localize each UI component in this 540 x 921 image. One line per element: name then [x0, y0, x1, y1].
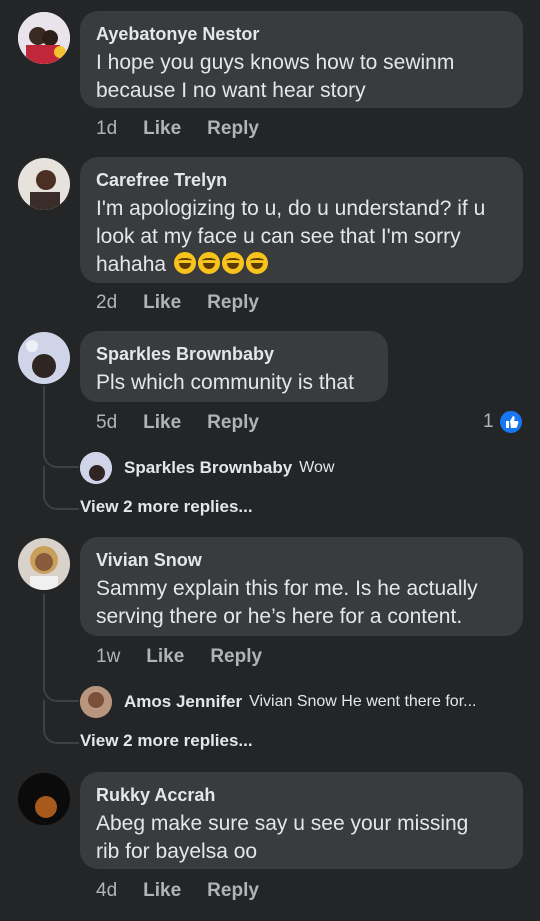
comment-bubble: Carefree Trelyn I'm apologizing to u, do…: [80, 157, 523, 283]
avatar[interactable]: [18, 773, 70, 825]
comment-bubble: Ayebatonye Nestor I hope you guys knows …: [80, 11, 523, 108]
reply-button[interactable]: Reply: [207, 880, 259, 901]
comment-author[interactable]: Carefree Trelyn: [96, 169, 507, 191]
comment-author[interactable]: Rukky Accrah: [96, 784, 507, 806]
thread-connector: [43, 448, 79, 468]
avatar[interactable]: [18, 332, 70, 384]
comment-text-line: Abeg make sure say u see your missing: [96, 812, 469, 835]
like-button[interactable]: Like: [143, 118, 181, 139]
comment-author[interactable]: Ayebatonye Nestor: [96, 23, 507, 45]
reaction-summary[interactable]: 1: [483, 409, 524, 435]
comment-text-line: serving there or he’s here for a content…: [96, 605, 463, 628]
avatar[interactable]: [18, 158, 70, 210]
thread-connector: [43, 682, 79, 702]
thread-connector: [43, 722, 79, 744]
comment-text-line: rib for bayelsa oo: [96, 840, 258, 863]
comment-author[interactable]: Sparkles Brownbaby: [96, 343, 372, 365]
reply-author[interactable]: Amos Jennifer: [124, 692, 242, 712]
profile-photo-icon: [18, 538, 70, 590]
avatar[interactable]: [80, 452, 112, 484]
comment-time[interactable]: 1w: [96, 646, 120, 667]
comment-actions: 5d Like Reply: [96, 412, 285, 434]
avatar[interactable]: [18, 12, 70, 64]
comment-text-line: hahaha: [96, 251, 507, 279]
avatar[interactable]: [18, 538, 70, 590]
tears-of-joy-icon: [173, 252, 196, 274]
thread-connector: [43, 700, 45, 724]
thread-connector: [43, 488, 79, 510]
reply-item: Sparkles Brownbaby Wow: [80, 451, 334, 485]
thread-connector: [43, 594, 45, 684]
comment-text-line: look at my face u can see that I'm sorry: [96, 225, 461, 248]
comment-author[interactable]: Vivian Snow: [96, 549, 507, 571]
comment-actions: 1w Like Reply: [96, 646, 288, 668]
like-button[interactable]: Like: [143, 292, 181, 313]
comment-actions: 1d Like Reply: [96, 118, 285, 140]
reply-button[interactable]: Reply: [207, 292, 259, 313]
like-button[interactable]: Like: [146, 646, 184, 667]
like-button[interactable]: Like: [143, 880, 181, 901]
comment-actions: 4d Like Reply: [96, 880, 285, 902]
tears-of-joy-icon: [221, 252, 244, 274]
profile-photo-icon: [80, 686, 112, 718]
view-more-replies-link[interactable]: View 2 more replies...: [80, 731, 253, 751]
view-more-replies-link[interactable]: View 2 more replies...: [80, 497, 253, 517]
comment-actions: 2d Like Reply: [96, 292, 285, 314]
profile-photo-icon: [18, 332, 70, 384]
comment-text-line: Sammy explain this for me. Is he actuall…: [96, 577, 478, 600]
profile-photo-icon: [80, 452, 112, 484]
reply-button[interactable]: Reply: [207, 412, 259, 433]
profile-photo-icon: [18, 158, 70, 210]
thread-connector: [43, 386, 45, 450]
reply-button[interactable]: Reply: [207, 118, 259, 139]
reply-text: Vivian Snow He went there for...: [249, 693, 477, 710]
comment-time[interactable]: 5d: [96, 412, 117, 433]
reply-item: Amos Jennifer Vivian Snow He went there …: [80, 685, 476, 719]
comment-bubble: Sparkles Brownbaby Pls which community i…: [80, 331, 388, 402]
comment-text-line: because I no want hear story: [96, 79, 366, 102]
like-button[interactable]: Like: [143, 412, 181, 433]
comment-text: hahaha: [96, 253, 167, 276]
reply-button[interactable]: Reply: [210, 646, 262, 667]
profile-photo-icon: [18, 12, 70, 64]
comment-text-line: I'm apologizing to u, do u understand? i…: [96, 197, 486, 220]
tears-of-joy-icon: [197, 252, 220, 274]
thread-connector: [43, 466, 45, 490]
comment-text-line: Pls which community is that: [96, 371, 354, 394]
comment-text-line: I hope you guys knows how to sewinm: [96, 51, 455, 74]
reply-author[interactable]: Sparkles Brownbaby: [124, 458, 292, 478]
reaction-count: 1: [483, 411, 494, 432]
tears-of-joy-icon: [245, 252, 268, 274]
comment-time[interactable]: 2d: [96, 292, 117, 313]
comment-time[interactable]: 4d: [96, 880, 117, 901]
comment-time[interactable]: 1d: [96, 118, 117, 139]
reply-text: Wow: [299, 459, 335, 476]
avatar[interactable]: [80, 686, 112, 718]
comment-bubble: Vivian Snow Sammy explain this for me. I…: [80, 537, 523, 636]
like-reaction-icon: [497, 409, 524, 435]
profile-photo-icon: [18, 773, 70, 825]
comment-bubble: Rukky Accrah Abeg make sure say u see yo…: [80, 772, 523, 869]
